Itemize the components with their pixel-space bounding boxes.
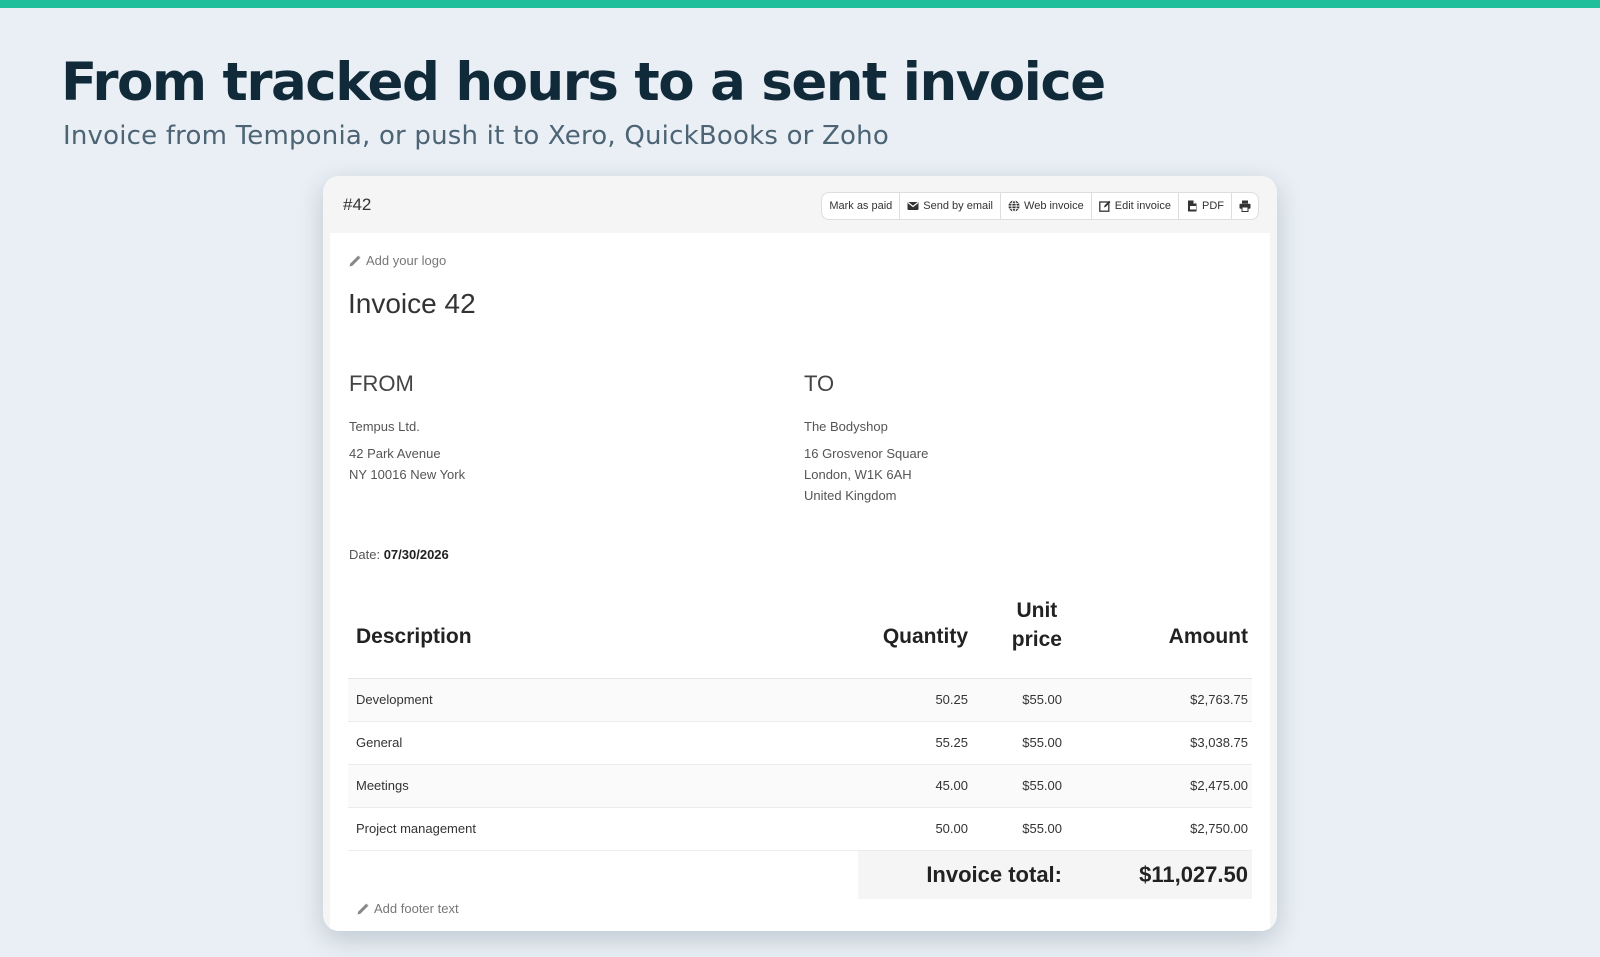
row-description: General [356,735,403,750]
row-amount: $2,750.00 [1190,821,1248,836]
row-unit-price: $55.00 [1022,735,1062,750]
table-row: Project management 50.00 $55.00 $2,750.0… [348,808,1252,851]
web-invoice-label: Web invoice [1024,200,1084,212]
page-subheadline: Invoice from Temponia, or push it to Xer… [63,121,889,151]
row-unit-price: $55.00 [1022,821,1062,836]
invoice-date: Date: 07/30/2026 [349,547,449,562]
to-line1: 16 Grosvenor Square [804,446,929,461]
printer-icon [1239,200,1251,212]
col-amount: Amount [1168,625,1248,648]
from-name: Tempus Ltd. [349,419,420,434]
invoice-paper: Add your logo Invoice 42 FROM Tempus Ltd… [330,233,1270,931]
from-line2: NY 10016 New York [349,467,466,482]
date-label: Date: [349,547,381,562]
add-logo-label: Add your logo [366,253,447,268]
add-logo-link[interactable]: Add your logo [349,253,446,268]
row-amount: $2,475.00 [1190,778,1248,793]
to-address: The Bodyshop 16 Grosvenor Square London,… [804,416,928,506]
pencil-icon [357,903,369,914]
col-unit-price-line2: price [1011,628,1062,651]
row-unit-price: $55.00 [1022,692,1062,707]
to-line3: United Kingdom [804,488,897,503]
invoice-title: Invoice 42 [348,288,476,319]
pdf-file-icon [1188,200,1197,212]
pdf-label: PDF [1202,200,1224,212]
invoice-number: #42 [343,195,372,214]
row-quantity: 50.00 [935,821,968,836]
row-quantity: 45.00 [935,778,968,793]
add-footer-link[interactable]: Add footer text [357,901,459,916]
edit-invoice-button[interactable]: Edit invoice [1092,193,1179,219]
edit-icon [1098,200,1111,212]
print-button[interactable] [1232,193,1258,219]
page-headline: From tracked hours to a sent invoice [61,52,1106,113]
row-unit-price: $55.00 [1022,778,1062,793]
pencil-icon [349,255,361,266]
row-description: Meetings [356,778,409,793]
to-line2: London, W1K 6AH [804,467,912,482]
total-label: Invoice total: [926,862,1062,887]
table-row: Meetings 45.00 $55.00 $2,475.00 [348,765,1252,808]
add-footer-label: Add footer text [374,901,459,916]
pdf-button[interactable]: PDF [1179,193,1232,219]
envelope-icon [907,202,919,210]
col-quantity: Quantity [882,625,968,648]
total-value: $11,027.50 [1139,862,1248,887]
mark-as-paid-label: Mark as paid [829,200,893,212]
from-heading: FROM [349,371,414,396]
edit-invoice-label: Edit invoice [1114,200,1171,212]
line-items-table: Description Quantity Unit price Amount D… [348,596,1252,899]
web-invoice-button[interactable]: Web invoice [1001,193,1092,219]
mark-as-paid-button[interactable]: Mark as paid [822,193,901,219]
invoice-toolbar: Mark as paid Send by email Web invoice E… [821,192,1259,220]
date-value: 07/30/2026 [383,547,449,562]
invoice-window: #42 Mark as paid Send by email Web invoi… [323,176,1277,931]
col-description: Description [356,625,472,648]
send-by-email-label: Send by email [923,200,994,212]
to-name: The Bodyshop [804,419,888,434]
to-heading: TO [804,371,835,396]
row-amount: $3,038.75 [1190,735,1248,750]
row-quantity: 50.25 [935,692,968,707]
table-row: Development 50.25 $55.00 $2,763.75 [348,679,1252,722]
col-unit-price-line1: Unit [1016,599,1058,622]
row-description: Development [356,692,433,707]
from-address: Tempus Ltd. 42 Park Avenue NY 10016 New … [349,416,465,485]
table-row: General 55.25 $55.00 $3,038.75 [348,722,1252,765]
table-header: Description Quantity Unit price Amount [348,596,1252,679]
row-quantity: 55.25 [935,735,968,750]
row-description: Project management [356,821,476,836]
col-unit-price: Unit price [1012,596,1062,654]
from-line1: 42 Park Avenue [349,446,441,461]
globe-icon [1008,200,1020,212]
send-by-email-button[interactable]: Send by email [900,193,1002,219]
top-accent-bar [0,0,1600,8]
invoice-total: Invoice total: $11,027.50 [858,851,1252,899]
row-amount: $2,763.75 [1190,692,1248,707]
